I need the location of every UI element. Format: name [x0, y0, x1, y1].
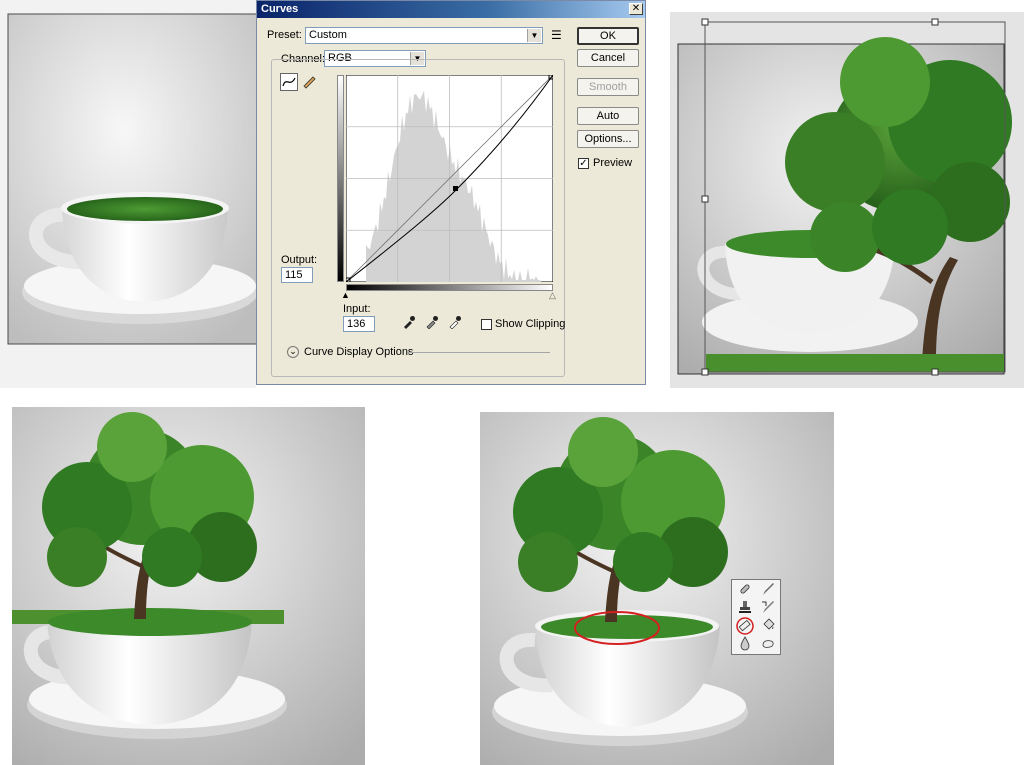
curve-point-icon[interactable] [280, 73, 298, 91]
history-brush-icon[interactable] [758, 599, 778, 615]
input-label: Input: [343, 303, 371, 315]
black-eyedropper-icon[interactable] [402, 315, 416, 329]
curves-dialog: Curves ✕ Preset: Custom ▼ ☰ Channel: RGB… [256, 0, 646, 385]
ok-button[interactable]: OK [577, 27, 639, 45]
expand-icon[interactable]: ⌄ [287, 346, 299, 358]
black-point-slider[interactable]: ▲ [341, 290, 350, 300]
pencil-icon[interactable] [301, 73, 319, 91]
output-gradient-bar [337, 75, 344, 282]
output-field[interactable]: 115 [281, 267, 313, 283]
tree-in-cup-image [12, 407, 365, 765]
show-clipping-label: Show Clipping [495, 318, 566, 330]
smooth-button[interactable]: Smooth [577, 78, 639, 96]
eraser-icon[interactable] [735, 617, 755, 635]
healing-brush-icon[interactable] [735, 581, 755, 597]
preview-label: Preview [593, 157, 633, 169]
cup-grass-image [0, 0, 256, 388]
white-point-slider[interactable]: △ [549, 290, 556, 301]
curve-display-options-label[interactable]: Curve Display Options [304, 346, 413, 358]
brush-icon[interactable] [758, 581, 778, 597]
preset-value: Custom [309, 29, 347, 41]
cancel-button[interactable]: Cancel [577, 49, 639, 67]
white-eyedropper-icon[interactable] [448, 315, 462, 330]
input-gradient-bar [346, 284, 553, 291]
dialog-title: Curves [261, 3, 299, 15]
divider [407, 352, 550, 353]
tree-transform-image [670, 12, 1024, 388]
tools-palette [731, 579, 781, 655]
preset-label: Preset: [267, 29, 302, 41]
paint-bucket-icon[interactable] [758, 617, 778, 633]
output-label: Output: [281, 254, 318, 266]
options-button[interactable]: Options... [577, 130, 639, 148]
input-field[interactable]: 136 [343, 316, 375, 332]
clone-stamp-icon[interactable] [735, 599, 755, 615]
blur-icon[interactable] [735, 635, 755, 651]
smudge-icon[interactable] [758, 635, 778, 651]
curves-graph[interactable] [345, 74, 554, 283]
auto-button[interactable]: Auto [577, 107, 639, 125]
chevron-down-icon: ▼ [527, 29, 541, 42]
preset-select[interactable]: Custom ▼ [305, 27, 543, 44]
dialog-title-bar[interactable]: Curves [257, 1, 645, 18]
show-clipping-checkbox[interactable] [481, 319, 492, 330]
preset-menu-icon[interactable]: ☰ [551, 28, 562, 42]
preview-checkbox[interactable]: ✓ [578, 158, 589, 169]
gray-eyedropper-icon[interactable] [425, 315, 439, 330]
close-icon[interactable]: ✕ [629, 3, 643, 15]
